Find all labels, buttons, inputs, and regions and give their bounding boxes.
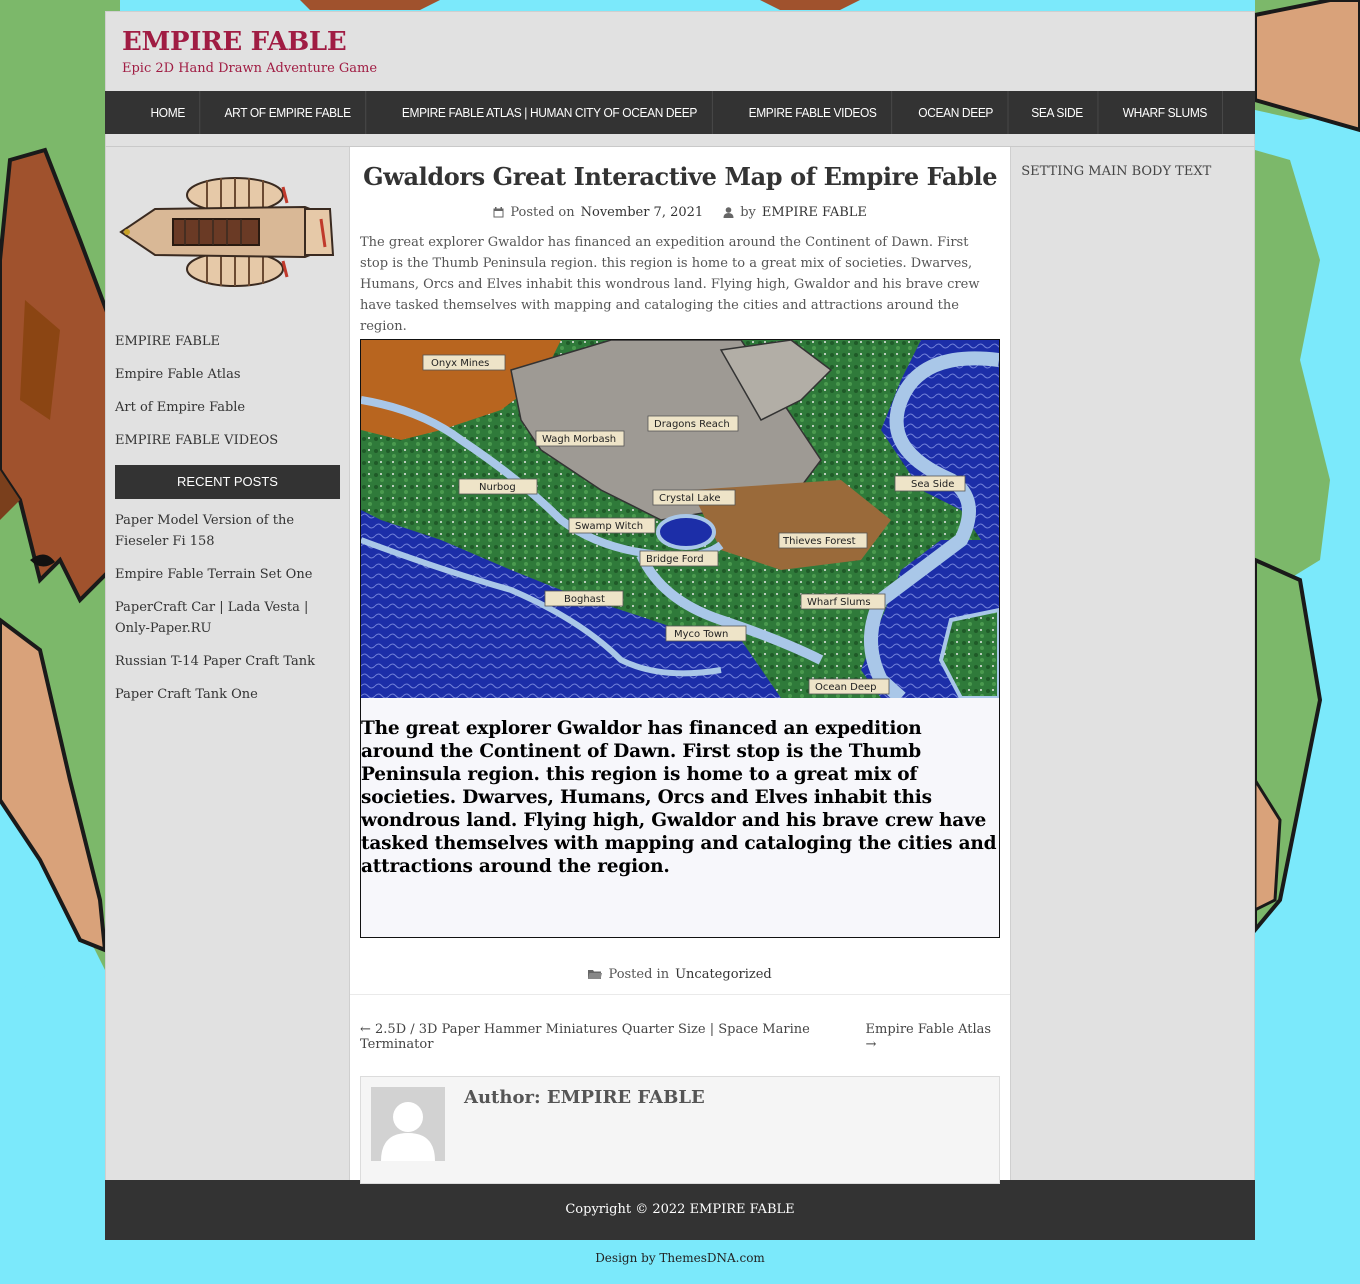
map-label-swamp-witch[interactable]: Swamp Witch: [575, 521, 643, 532]
primary-navigation: HOME ART OF EMPIRE FABLE EMPIRE FABLE AT…: [105, 91, 1255, 134]
nav-item-wharf-slums[interactable]: WHARF SLUMS: [1108, 91, 1223, 134]
default-avatar-icon: [371, 1087, 445, 1161]
user-icon: [723, 207, 734, 218]
main-content: Gwaldors Great Interactive Map of Empire…: [350, 147, 1011, 1184]
right-sidebar-text: SETTING MAIN BODY TEXT: [1021, 164, 1212, 179]
map-label-bridge-ford[interactable]: Bridge Ford: [646, 554, 704, 565]
nav-underbar: [105, 134, 1255, 147]
sidebar-link-videos[interactable]: EMPIRE FABLE VIDEOS: [115, 424, 340, 457]
site-tagline: Epic 2D Hand Drawn Adventure Game: [122, 61, 378, 76]
interactive-map-frame: Onyx Mines Dragons Reach Wagh Morbash Nu…: [360, 339, 1000, 938]
posted-in-label: Posted in: [608, 967, 670, 982]
map-label-thieves-forest[interactable]: Thieves Forest: [782, 536, 856, 547]
site-title[interactable]: EMPIRE FABLE: [122, 26, 1254, 58]
category-link[interactable]: Uncategorized: [675, 967, 772, 982]
avatar: [371, 1087, 445, 1161]
sidebar-link-atlas[interactable]: Empire Fable Atlas: [115, 358, 340, 391]
posted-on-label: Posted on: [510, 205, 575, 220]
nav-item-atlas[interactable]: EMPIRE FABLE ATLAS | HUMAN CITY OF OCEAN…: [387, 91, 714, 134]
theme-credit[interactable]: Design by ThemesDNA.com: [0, 1251, 1360, 1265]
map-label-onyx-mines[interactable]: Onyx Mines: [431, 358, 489, 369]
right-sidebar: SETTING MAIN BODY TEXT: [1010, 147, 1254, 1180]
recent-post-item[interactable]: Paper Craft Tank One: [115, 684, 340, 705]
nav-item-art[interactable]: ART OF EMPIRE FABLE: [210, 91, 367, 134]
recent-post-item[interactable]: Empire Fable Terrain Set One: [115, 564, 340, 585]
post-meta: Posted on November 7, 2021 by EMPIRE FAB…: [350, 205, 1010, 220]
post-category: Posted in Uncategorized: [350, 967, 1011, 995]
map-label-nurbog[interactable]: Nurbog: [479, 482, 516, 493]
map-label-boghast[interactable]: Boghast: [564, 594, 605, 605]
calendar-icon: [493, 207, 504, 218]
map-label-wagh-morbash[interactable]: Wagh Morbash: [542, 434, 616, 445]
site-container: EMPIRE FABLE Epic 2D Hand Drawn Adventur…: [105, 11, 1255, 1240]
author-box: Author: EMPIRE FABLE: [360, 1076, 1001, 1184]
site-header: EMPIRE FABLE Epic 2D Hand Drawn Adventur…: [105, 11, 1255, 91]
author-box-name[interactable]: EMPIRE FABLE: [547, 1087, 705, 1108]
recent-post-item[interactable]: Paper Model Version of the Fieseler Fi 1…: [115, 510, 340, 552]
sidebar-link-art[interactable]: Art of Empire Fable: [115, 391, 340, 424]
post-navigation: ← 2.5D / 3D Paper Hammer Miniatures Quar…: [350, 995, 1010, 1052]
airship-image[interactable]: [115, 157, 341, 307]
content-columns: EMPIRE FABLE Empire Fable Atlas Art of E…: [105, 147, 1255, 1184]
map-description: The great explorer Gwaldor has financed …: [361, 718, 997, 877]
recent-posts-list: Paper Model Version of the Fieseler Fi 1…: [115, 510, 340, 705]
site-footer: Copyright © 2022 EMPIRE FABLE: [105, 1180, 1255, 1240]
map-label-crystal-lake[interactable]: Crystal Lake: [659, 493, 721, 504]
map-label-dragons-reach[interactable]: Dragons Reach: [654, 419, 730, 430]
interactive-map[interactable]: Onyx Mines Dragons Reach Wagh Morbash Nu…: [361, 340, 999, 698]
nav-item-sea-side[interactable]: SEA SIDE: [1017, 91, 1099, 134]
left-sidebar: EMPIRE FABLE Empire Fable Atlas Art of E…: [106, 147, 350, 1180]
map-label-myco-town[interactable]: Myco Town: [674, 629, 728, 640]
map-label-ocean-deep[interactable]: Ocean Deep: [815, 682, 877, 693]
nav-item-home[interactable]: HOME: [136, 91, 201, 134]
copyright-text: Copyright © 2022 EMPIRE FABLE: [565, 1202, 795, 1217]
next-post-link[interactable]: Empire Fable Atlas →: [866, 1022, 1001, 1052]
map-label-wharf-slums[interactable]: Wharf Slums: [807, 597, 871, 608]
post-intro: The great explorer Gwaldor has financed …: [360, 235, 980, 334]
recent-post-item[interactable]: PaperCraft Car | Lada Vesta | Only-Paper…: [115, 597, 340, 639]
nav-item-videos[interactable]: EMPIRE FABLE VIDEOS: [734, 91, 893, 134]
post-date[interactable]: November 7, 2021: [581, 205, 704, 220]
map-label-sea-side[interactable]: Sea Side: [911, 479, 954, 490]
post-title: Gwaldors Great Interactive Map of Empire…: [363, 162, 998, 191]
recent-post-item[interactable]: Russian T-14 Paper Craft Tank: [115, 651, 340, 672]
folder-icon: [588, 970, 603, 979]
author-box-title: Author: EMPIRE FABLE: [464, 1087, 705, 1173]
nav-item-ocean-deep[interactable]: OCEAN DEEP: [904, 91, 1009, 134]
recent-posts-heading: RECENT POSTS: [115, 465, 340, 499]
post-author[interactable]: EMPIRE FABLE: [762, 205, 867, 220]
author-box-label: Author:: [464, 1087, 541, 1108]
sidebar-link-empire-fable[interactable]: EMPIRE FABLE: [115, 325, 340, 358]
previous-post-link[interactable]: ← 2.5D / 3D Paper Hammer Miniatures Quar…: [360, 1022, 866, 1052]
by-label: by: [740, 205, 756, 220]
